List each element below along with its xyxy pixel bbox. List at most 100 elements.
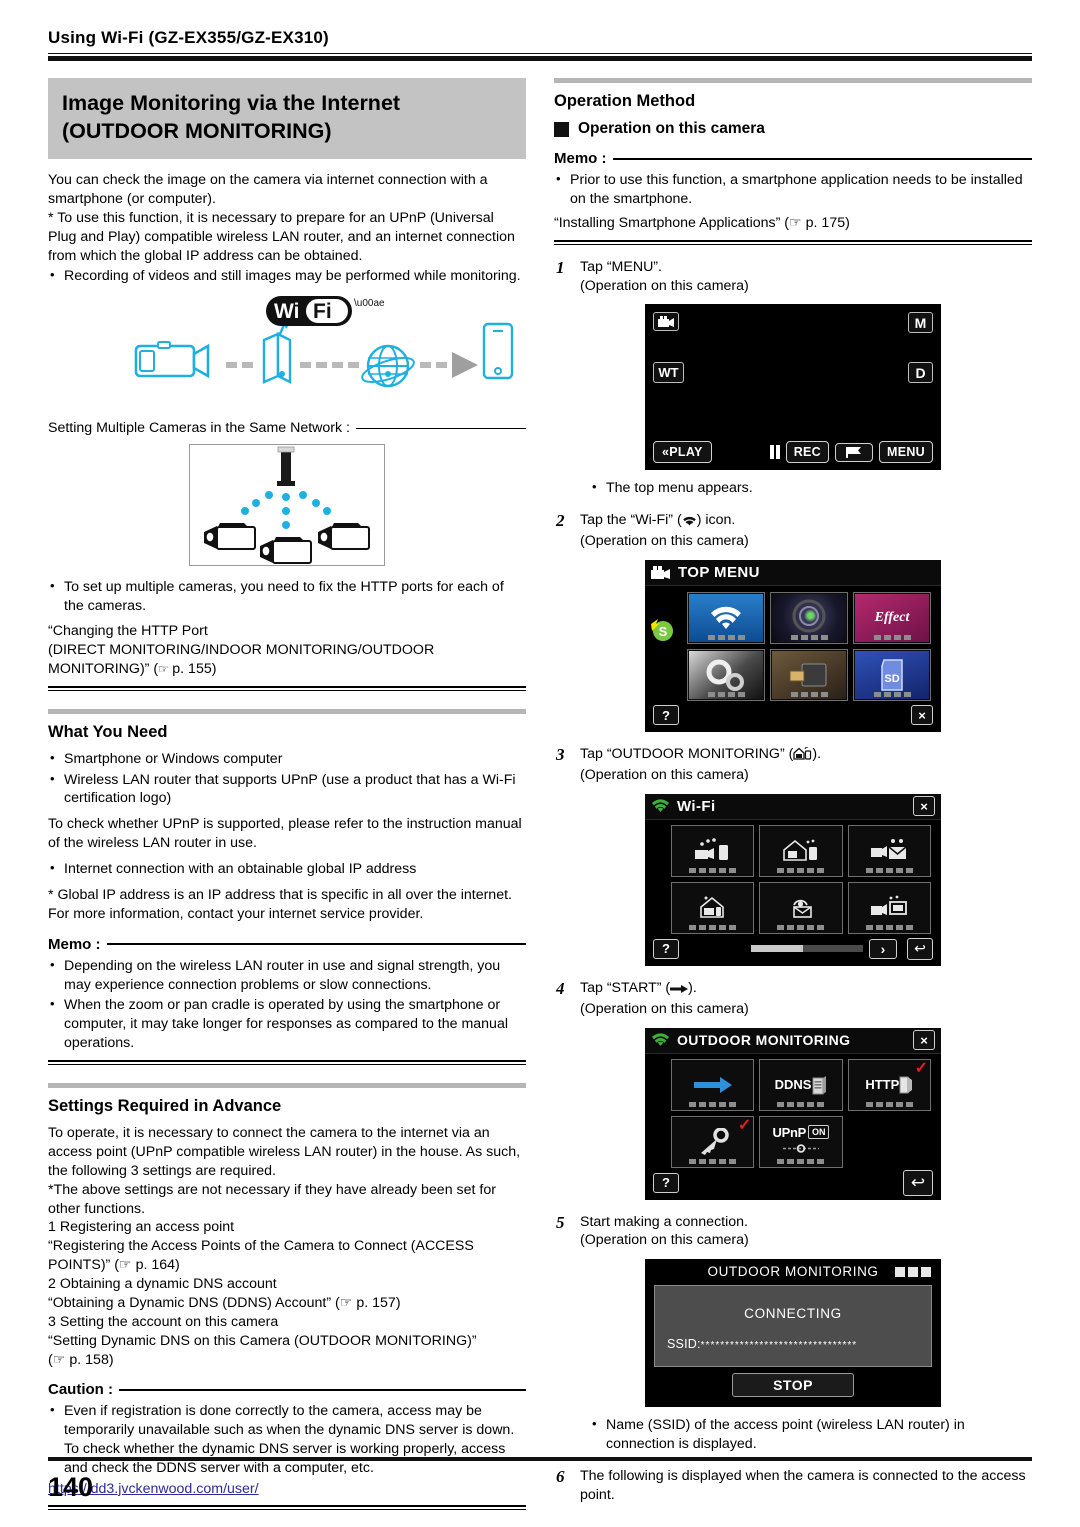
tile-indoor-monitoring[interactable]	[759, 824, 843, 877]
tile-wifi[interactable]	[687, 592, 765, 644]
tile-recording-settings[interactable]	[770, 592, 848, 644]
settings-paragraph-1: To operate, it is necessary to connect t…	[48, 1125, 521, 1179]
top-menu-titlebar: TOP MENU	[645, 560, 941, 586]
signal-dots	[241, 491, 331, 530]
connecting-title: OUTDOOR MONITORING	[707, 1263, 879, 1279]
connecting-titlebar: OUTDOOR MONITORING	[645, 1259, 941, 1283]
tile-direct-monitoring[interactable]	[671, 824, 755, 877]
close-icon[interactable]: ×	[913, 1030, 935, 1050]
tile-outdoor-monitoring[interactable]	[671, 881, 755, 934]
next-page-button[interactable]: ›	[869, 938, 897, 959]
list-item: Wireless LAN router that supports UPnP (…	[48, 770, 526, 809]
label-placeholder	[760, 1158, 841, 1164]
list-item: Prior to use this function, a smartphone…	[554, 170, 1032, 209]
step-line-2: (Operation on this camera)	[580, 766, 749, 783]
flag-button[interactable]	[834, 442, 873, 462]
rec-button[interactable]: REC	[785, 441, 829, 464]
settings-item: 2 Obtaining a dynamic DNS account	[48, 1276, 277, 1293]
checkmark-icon: ✓	[914, 1059, 928, 1077]
ssid-value: ********************************	[700, 1340, 858, 1352]
tile-ddns[interactable]: DDNS	[759, 1058, 843, 1111]
help-button[interactable]: ?	[653, 705, 679, 725]
list-item: Smartphone or Windows computer	[48, 749, 526, 769]
label-placeholder	[688, 635, 764, 640]
back-button[interactable]: ↩	[903, 1169, 933, 1196]
tile-start[interactable]	[671, 1058, 755, 1111]
menu-button[interactable]: MENU	[878, 441, 933, 464]
outdoor-menu-footer: ? ↩	[645, 1169, 941, 1196]
play-button[interactable]: «PLAY	[653, 441, 712, 464]
step-number: 5	[556, 1212, 565, 1232]
multi-camera-bullets: To set up multiple cameras, you need to …	[48, 577, 526, 616]
tile-upnp[interactable]: UPnP ON	[759, 1115, 843, 1168]
running-head-rule	[48, 53, 1032, 61]
list-item: Internet connection with an obtainable g…	[48, 859, 526, 879]
manual-mode-button[interactable]: M	[908, 312, 933, 334]
operation-subheading: Operation on this camera	[578, 120, 765, 137]
step-text: Start making a connection. (Operation on…	[580, 1213, 749, 1251]
memo-label-row: Memo :	[48, 936, 526, 953]
back-button[interactable]: ↩	[907, 937, 933, 960]
what-you-need-bullets-2: Internet connection with an obtainable g…	[48, 859, 526, 879]
smartphone-icon	[482, 323, 514, 380]
list-item: When the zoom or pan cradle is operated …	[48, 995, 526, 1053]
shortcut-icon[interactable]: S	[649, 616, 675, 647]
tile-basic-settings[interactable]	[687, 649, 765, 701]
rule-divider	[48, 685, 526, 691]
settings-item: “Setting Dynamic DNS on this Camera (OUT…	[48, 1332, 477, 1349]
page-title-line1: Image Monitoring via the Internet	[62, 91, 401, 115]
flag-icon	[845, 446, 861, 458]
rule-divider	[48, 1504, 526, 1510]
tile-tv-monitoring[interactable]	[847, 881, 931, 934]
zoom-wt-button[interactable]: WT	[653, 362, 684, 384]
video-mode-icon[interactable]	[653, 312, 679, 332]
close-icon[interactable]: ×	[911, 705, 933, 725]
step-number: 3	[556, 745, 565, 764]
globe-icon	[361, 345, 415, 388]
top-menu-grid: Effect SD	[645, 586, 941, 701]
camcorder-glyph	[657, 316, 674, 328]
tile-detect-mail[interactable]	[759, 881, 843, 934]
memo-rule	[106, 943, 526, 946]
step-text: Tap the “Wi-Fi” () icon. (Operation on t…	[580, 511, 749, 551]
stop-button[interactable]: STOP	[732, 1373, 854, 1398]
svg-text:Fi: Fi	[313, 300, 332, 323]
label-placeholder	[760, 924, 841, 930]
tile-connection-settings[interactable]	[770, 649, 848, 701]
wifi-menu-grid	[645, 820, 941, 934]
outdoor-monitoring-icon	[699, 896, 724, 918]
dashed-link-1	[226, 362, 253, 369]
tile-http[interactable]: ✓ HTTP	[847, 1058, 931, 1111]
help-button[interactable]: ?	[653, 938, 679, 959]
tile-special-recording[interactable]: Effect	[853, 592, 931, 644]
operation-method-heading: Operation Method	[554, 92, 696, 110]
rule-divider	[554, 239, 1032, 245]
tile-password[interactable]: ✓	[671, 1115, 755, 1168]
help-button[interactable]: ?	[653, 1172, 679, 1193]
step-text: Tap “MENU”. (Operation on this camera)	[580, 258, 749, 296]
label-placeholder	[854, 635, 930, 640]
label-placeholder	[849, 1101, 930, 1107]
sd-card-icon: SD	[881, 659, 903, 691]
settings-item: 3 Setting the account on this camera	[48, 1313, 279, 1330]
operation-subheading-row: Operation on this camera	[554, 120, 1032, 138]
tile-media-settings[interactable]: SD	[853, 649, 931, 701]
settings-item: “Registering the Access Points of the Ca…	[48, 1238, 474, 1274]
wifi-menu-titlebar: Wi-Fi ×	[645, 793, 941, 820]
tile-video-mail[interactable]	[847, 824, 931, 877]
install-app-ref: “Installing Smartphone Applications” (☞ …	[554, 214, 850, 231]
http-ref-line2: (DIRECT MONITORING/INDOOR MONITORING/OUT…	[48, 641, 435, 658]
svg-text:SD: SD	[884, 673, 899, 685]
dashed-link-3	[420, 362, 447, 369]
top-menu-footer: ? ×	[645, 702, 941, 728]
display-button[interactable]: D	[908, 362, 933, 384]
close-icon[interactable]: ×	[913, 796, 935, 817]
wifi-icon	[711, 606, 741, 629]
step-1: 1 Tap “MENU”. (Operation on this camera)	[554, 258, 1032, 296]
upnp-label: UPnP	[772, 1125, 807, 1140]
caution-label-row: Caution :	[48, 1381, 526, 1398]
scrollbar[interactable]	[751, 945, 863, 953]
svg-text:\u00ae: \u00ae	[354, 298, 385, 309]
svg-text:Wi: Wi	[274, 300, 299, 323]
settings-required-heading: Settings Required in Advance	[48, 1097, 282, 1116]
